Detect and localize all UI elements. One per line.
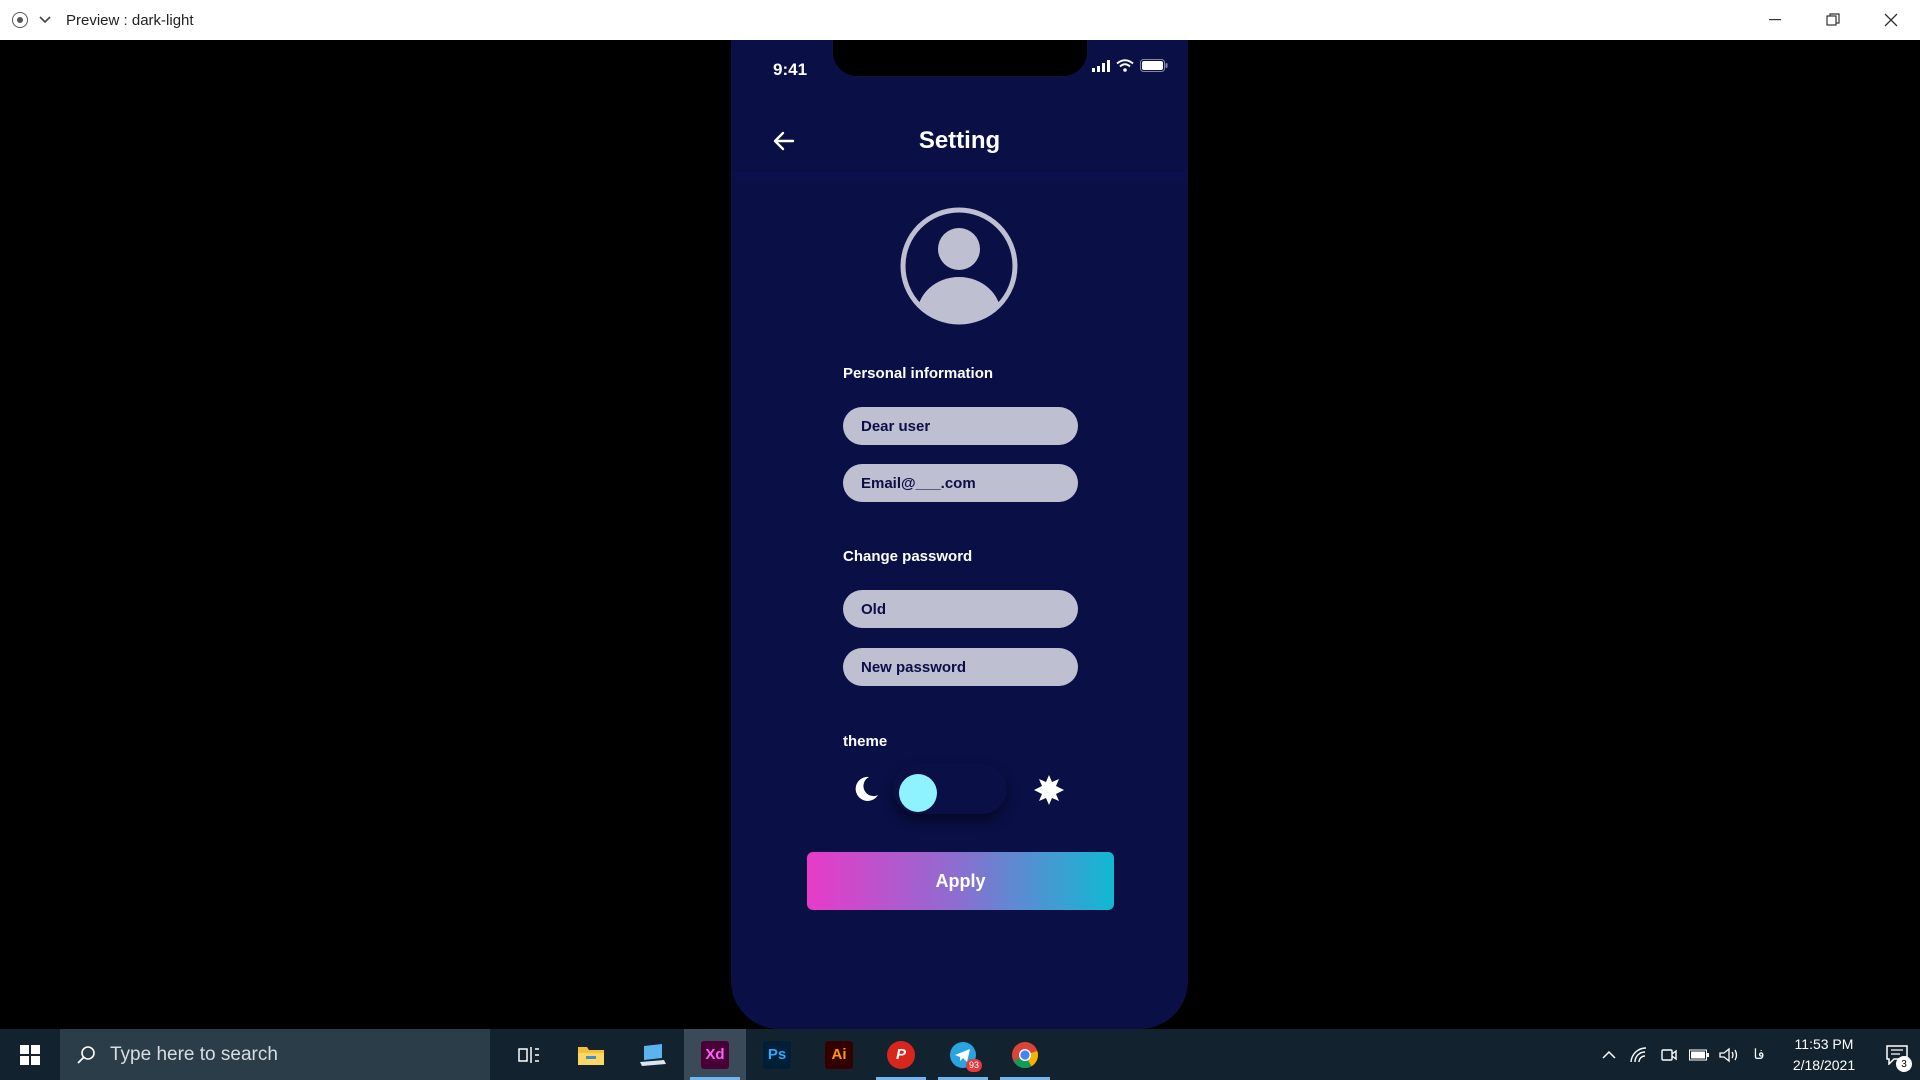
back-button[interactable] [769,126,799,156]
arrow-left-icon [773,131,795,151]
window-titlebar: Preview : dark-light [0,0,1920,40]
nav-bar: Setting [731,112,1188,170]
name-field[interactable]: Dear user [843,407,1078,445]
clock-time: 11:53 PM [1794,1035,1854,1052]
photoshop-icon[interactable]: Ps [746,1029,808,1080]
personal-info-heading: Personal information [843,365,994,382]
telegram-badge: 93 [965,1059,982,1072]
theme-toggle-knob[interactable] [899,774,937,812]
system-tray: فا 11:53 PM 2/18/2021 3 [1594,1029,1920,1080]
windows-logo-icon [20,1044,40,1065]
theme-heading: theme [843,733,888,750]
close-button[interactable] [1862,0,1920,40]
search-icon [77,1045,95,1064]
psiphon-icon[interactable]: P [870,1029,932,1080]
taskbar-clock[interactable]: 11:53 PM 2/18/2021 [1774,1034,1874,1076]
theme-switch-row [841,760,1081,816]
nav-divider [731,172,1188,182]
new-password-field[interactable]: New password [843,648,1078,686]
file-explorer-icon[interactable] [560,1029,622,1080]
phone-notch [833,40,1087,76]
illustrator-label: Ai [825,1040,853,1069]
taskbar-search[interactable]: Type here to search [60,1029,490,1080]
adobe-xd-icon[interactable]: Xd [684,1029,746,1080]
avatar[interactable] [898,205,1020,327]
psiphon-label: P [887,1040,915,1069]
change-password-heading: Change password [843,548,973,565]
illustrator-icon[interactable]: Ai [808,1029,870,1080]
moon-icon [851,774,881,804]
old-password-field[interactable]: Old [843,590,1078,628]
telegram-icon[interactable]: 93 [932,1029,994,1080]
clock-date: 2/18/2021 [1792,1056,1856,1073]
battery-icon [1140,59,1168,77]
chevron-down-icon[interactable] [38,13,52,27]
meet-now-icon[interactable] [1654,1029,1684,1080]
minimize-button[interactable] [1746,0,1804,40]
apply-button[interactable]: Apply [807,852,1114,910]
wifi-icon [1116,59,1134,77]
photoshop-label: Ps [763,1040,791,1069]
chevron-up-icon[interactable] [1594,1029,1624,1080]
taskbar: Type here to search Xd Ps Ai P 93 فا 11:… [0,1029,1920,1080]
task-view-icon[interactable] [498,1029,560,1080]
restore-button[interactable] [1804,0,1862,40]
volume-icon[interactable] [1714,1029,1744,1080]
record-icon[interactable] [12,12,28,28]
network-icon[interactable] [1624,1029,1654,1080]
sun-icon [1033,774,1065,806]
email-field[interactable]: Email@___.com [843,464,1078,502]
status-icons [1092,59,1168,77]
laptop-app-icon[interactable] [622,1029,684,1080]
phone-frame: 9:41 Setting Personal information Dear u… [731,40,1188,1029]
preview-stage: 9:41 Setting Personal information Dear u… [0,40,1920,1029]
chrome-icon[interactable] [994,1029,1056,1080]
user-avatar-icon [900,207,1018,325]
search-placeholder: Type here to search [110,1043,278,1065]
signal-icon [1092,59,1110,77]
taskbar-apps: Xd Ps Ai P 93 [498,1029,1056,1080]
battery-tray-icon[interactable] [1684,1029,1714,1080]
notification-count: 3 [1896,1056,1912,1072]
adobe-xd-label: Xd [701,1040,729,1069]
status-time: 9:41 [773,60,808,79]
notification-center-button[interactable]: 3 [1874,1029,1920,1080]
window-title: Preview : dark-light [66,11,194,29]
page-title: Setting [918,127,1001,154]
input-language[interactable]: فا [1744,1046,1774,1063]
windows-start-button[interactable] [0,1029,60,1080]
